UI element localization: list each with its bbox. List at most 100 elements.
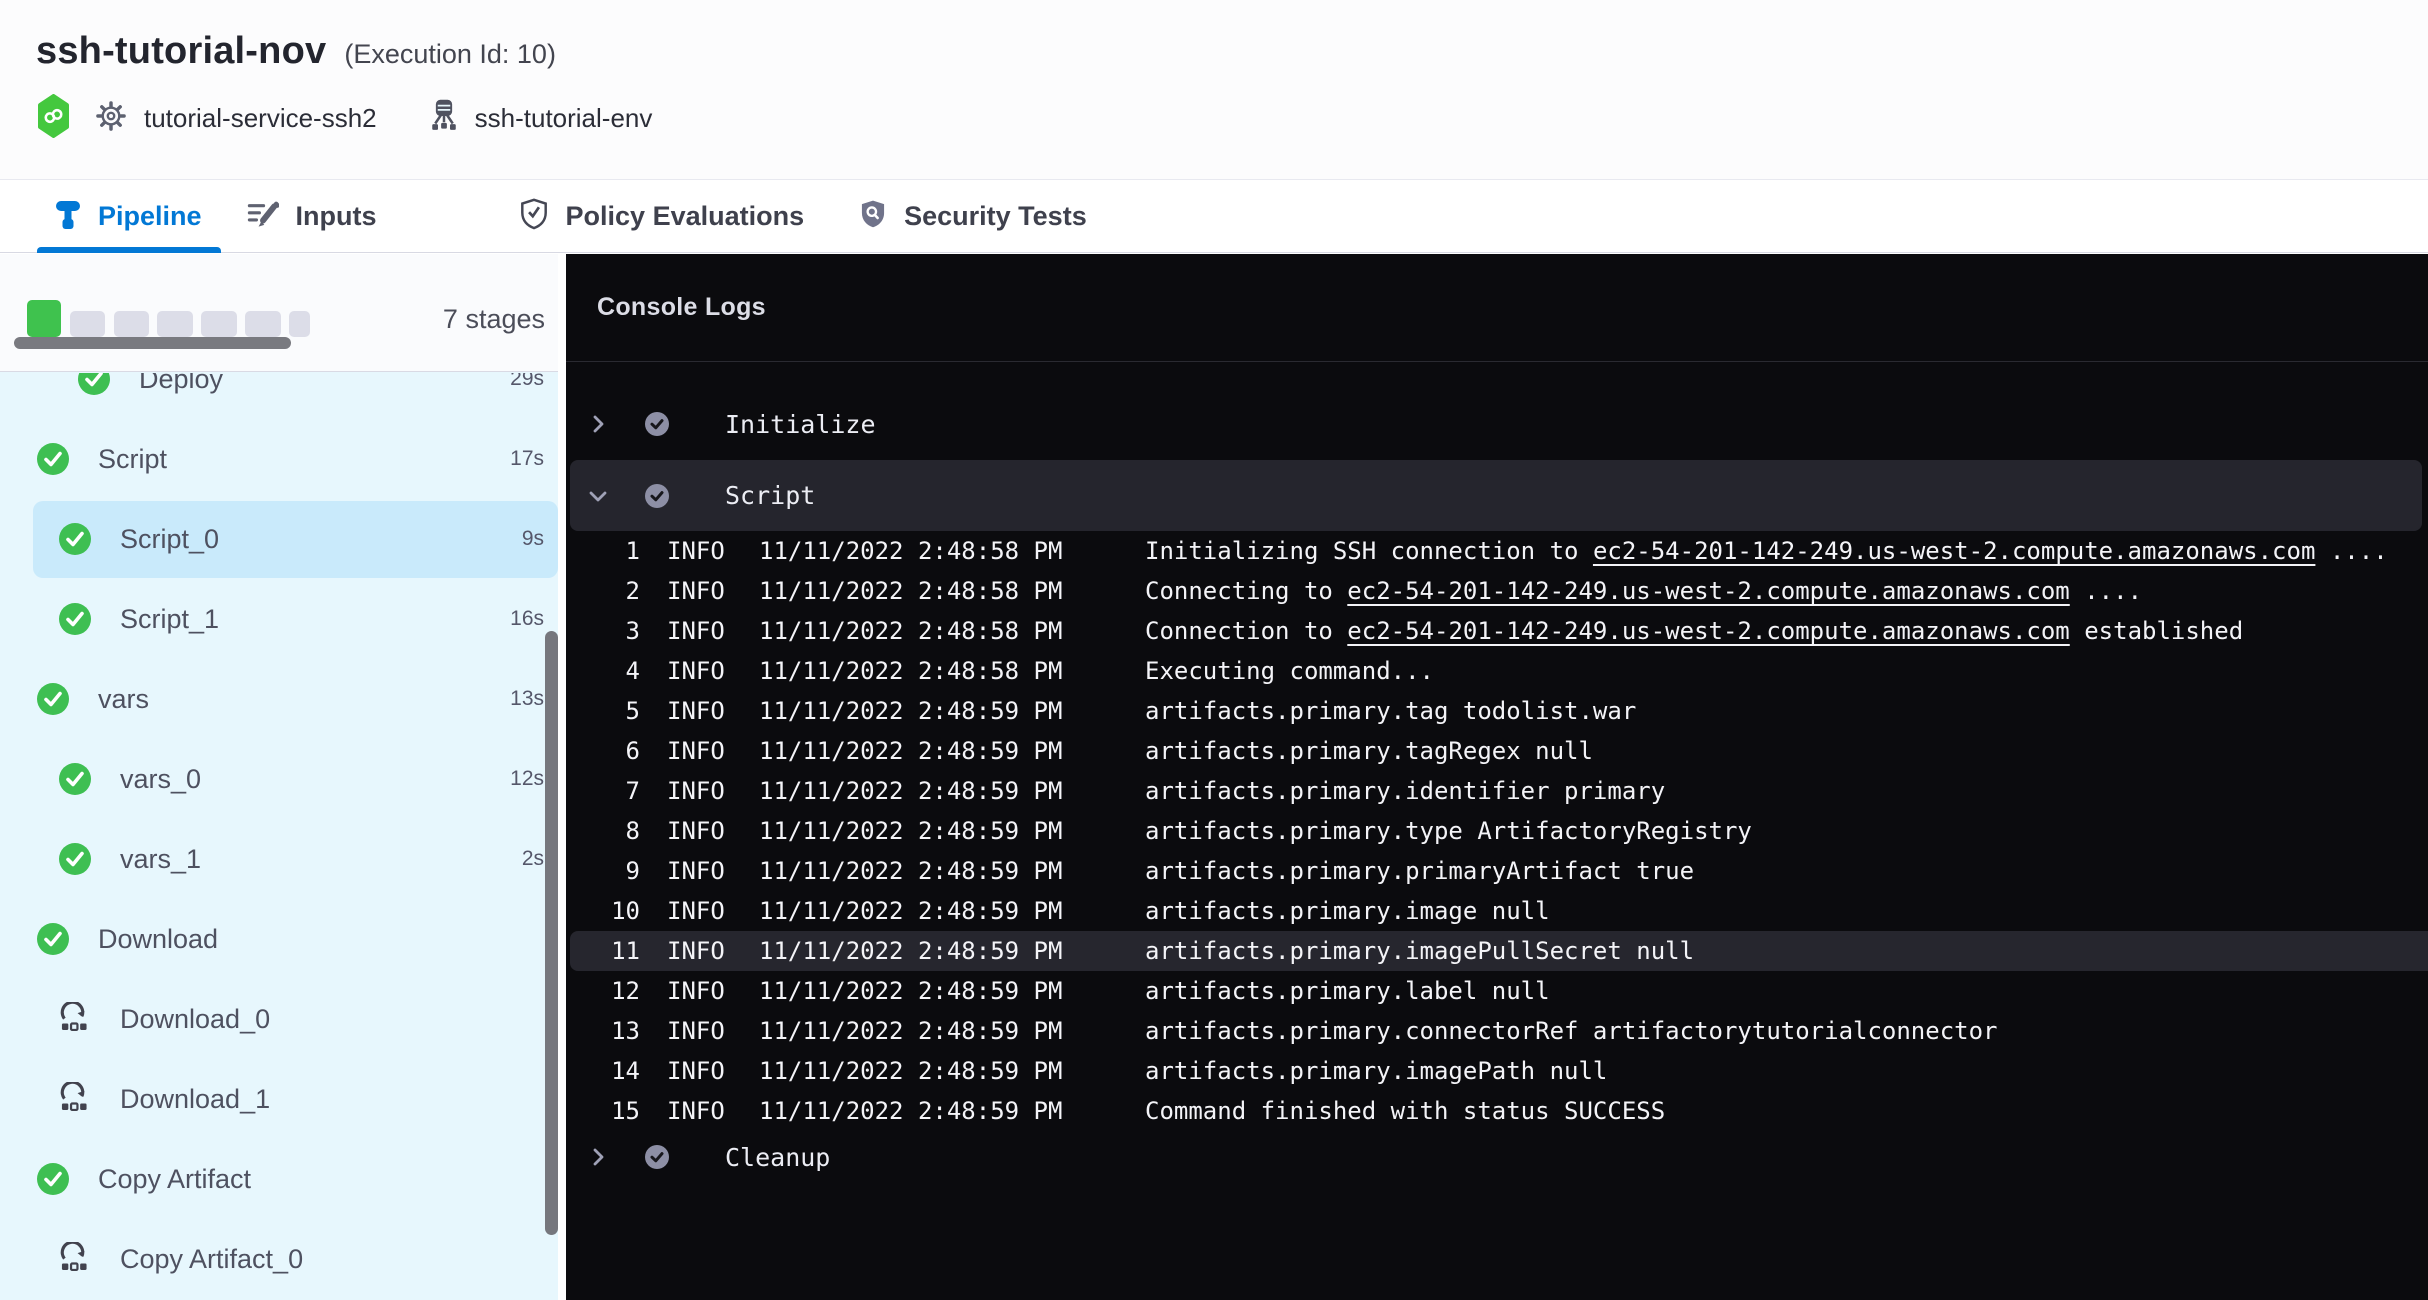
log-message: artifacts.primary.type ArtifactoryRegist… (1145, 817, 1752, 845)
stage-row-vars[interactable]: vars13s (0, 659, 558, 739)
log-level: INFO (667, 577, 725, 605)
log-line-number: 5 (587, 697, 640, 725)
log-timestamp: 11/11/2022 2:48:59 PM (759, 1097, 1065, 1125)
stage-progress-square (201, 311, 237, 337)
page-title: ssh-tutorial-nov (36, 30, 326, 73)
log-line-9[interactable]: 9INFO11/11/2022 2:48:59 PMartifacts.prim… (566, 851, 2428, 891)
chevron-right-icon[interactable] (585, 1144, 611, 1170)
stage-label: Script_0 (120, 524, 219, 555)
host-link[interactable]: ec2-54-201-142-249.us-west-2.compute.ama… (1347, 617, 2069, 645)
log-line-3[interactable]: 3INFO11/11/2022 2:48:58 PMConnection to … (566, 611, 2428, 651)
stage-row-deploy[interactable]: Deploy29s (0, 373, 558, 419)
log-level: INFO (667, 537, 725, 565)
stage-row-script[interactable]: Script17s (0, 419, 558, 499)
tab-inputs-label: Inputs (296, 201, 377, 232)
success-check-icon (58, 762, 92, 796)
stage-duration: 9s (522, 527, 558, 551)
log-line-number: 9 (587, 857, 640, 885)
log-line-7[interactable]: 7INFO11/11/2022 2:48:59 PMartifacts.prim… (566, 771, 2428, 811)
log-line-5[interactable]: 5INFO11/11/2022 2:48:59 PMartifacts.prim… (566, 691, 2428, 731)
stage-row-copy-artifact-0[interactable]: Copy Artifact_0 (0, 1219, 558, 1299)
log-line-6[interactable]: 6INFO11/11/2022 2:48:59 PMartifacts.prim… (566, 731, 2428, 771)
log-timestamp: 11/11/2022 2:48:59 PM (759, 1057, 1065, 1085)
stage-row-vars-0[interactable]: vars_012s (0, 739, 558, 819)
success-check-icon (36, 442, 70, 476)
log-line-number: 13 (587, 1017, 640, 1045)
chevron-right-icon[interactable] (585, 411, 611, 437)
log-timestamp: 11/11/2022 2:48:59 PM (759, 1017, 1065, 1045)
stage-label: vars (98, 684, 149, 715)
stage-row-download[interactable]: Download (0, 899, 558, 979)
host-link[interactable]: ec2-54-201-142-249.us-west-2.compute.ama… (1347, 577, 2069, 605)
execution-tabbar: Pipeline Inputs (0, 181, 2428, 253)
log-line-number: 8 (587, 817, 640, 845)
log-level: INFO (667, 897, 725, 925)
stage-label: vars_1 (120, 844, 201, 875)
log-timestamp: 11/11/2022 2:48:58 PM (759, 537, 1065, 565)
tab-policy-evaluations[interactable]: Policy Evaluations (519, 181, 805, 253)
log-line-number: 6 (587, 737, 640, 765)
loop-strategy-icon (58, 1082, 92, 1116)
log-section-cleanup[interactable]: Cleanup (566, 1131, 2428, 1183)
stage-row-download-0[interactable]: Download_0 (0, 979, 558, 1059)
tab-policy-evaluations-label: Policy Evaluations (566, 201, 805, 232)
log-section-initialize[interactable]: Initialize (566, 398, 2428, 450)
log-line-14[interactable]: 14INFO11/11/2022 2:48:59 PMartifacts.pri… (566, 1051, 2428, 1091)
log-level: INFO (667, 737, 725, 765)
stage-row-copy-artifact[interactable]: Copy Artifact (0, 1139, 558, 1219)
log-section-label: Cleanup (725, 1143, 830, 1172)
environment-icon (429, 99, 459, 138)
log-line-1[interactable]: 1INFO11/11/2022 2:48:58 PMInitializing S… (566, 531, 2428, 571)
tab-security-tests[interactable]: Security Tests (859, 181, 1087, 253)
stage-label: Download (98, 924, 218, 955)
log-message: Connecting to ec2-54-201-142-249.us-west… (1145, 577, 2142, 605)
stage-row-download-1[interactable]: Download_1 (0, 1059, 558, 1139)
progress-horizontal-scrollbar[interactable] (14, 337, 291, 349)
log-line-2[interactable]: 2INFO11/11/2022 2:48:58 PMConnecting to … (566, 571, 2428, 611)
tab-inputs[interactable]: Inputs (247, 181, 377, 253)
log-message: artifacts.primary.primaryArtifact true (1145, 857, 1694, 885)
step-success-icon (644, 1144, 670, 1170)
stage-row-script-1[interactable]: Script_116s (0, 579, 558, 659)
stage-progress-square (157, 311, 193, 337)
log-line-number: 4 (587, 657, 640, 685)
sidebar-vertical-scrollbar[interactable] (545, 631, 558, 1235)
log-line-11[interactable]: 11INFO11/11/2022 2:48:59 PMartifacts.pri… (570, 931, 2428, 971)
log-section-label: Initialize (725, 410, 876, 439)
success-check-icon (58, 522, 92, 556)
security-shield-icon (859, 198, 887, 235)
environment-name[interactable]: ssh-tutorial-env (475, 103, 653, 134)
log-message: Initializing SSH connection to ec2-54-20… (1145, 537, 2388, 565)
stage-row-vars-1[interactable]: vars_12s (0, 819, 558, 899)
log-timestamp: 11/11/2022 2:48:59 PM (759, 777, 1065, 805)
log-line-12[interactable]: 12INFO11/11/2022 2:48:59 PMartifacts.pri… (566, 971, 2428, 1011)
log-line-15[interactable]: 15INFO11/11/2022 2:48:59 PMCommand finis… (566, 1091, 2428, 1131)
log-timestamp: 11/11/2022 2:48:59 PM (759, 897, 1065, 925)
service-name[interactable]: tutorial-service-ssh2 (144, 103, 377, 134)
stage-count-label: 7 stages (443, 304, 545, 335)
log-line-4[interactable]: 4INFO11/11/2022 2:48:58 PMExecuting comm… (566, 651, 2428, 691)
log-line-13[interactable]: 13INFO11/11/2022 2:48:59 PMartifacts.pri… (566, 1011, 2428, 1051)
log-section-script[interactable]: Script (570, 460, 2422, 531)
log-timestamp: 11/11/2022 2:48:59 PM (759, 937, 1065, 965)
execution-header: ssh-tutorial-nov (Execution Id: 10) (0, 0, 2428, 180)
log-line-8[interactable]: 8INFO11/11/2022 2:48:59 PMartifacts.prim… (566, 811, 2428, 851)
console-logs-panel: Console Logs Initialize Script 1INFO11/1… (566, 254, 2428, 1300)
tab-pipeline[interactable]: Pipeline (55, 181, 202, 253)
stage-label: Copy Artifact (98, 1164, 251, 1195)
policy-shield-icon (519, 198, 549, 235)
stage-duration: 16s (510, 607, 558, 631)
stage-row-script-0[interactable]: Script_0 9s (0, 499, 558, 579)
chevron-down-icon[interactable] (585, 483, 611, 509)
tab-pipeline-label: Pipeline (98, 201, 202, 232)
log-line-number: 2 (587, 577, 640, 605)
log-message: artifacts.primary.imagePath null (1145, 1057, 1607, 1085)
success-check-icon (36, 922, 70, 956)
log-section-label: Script (725, 481, 815, 510)
log-line-10[interactable]: 10INFO11/11/2022 2:48:59 PMartifacts.pri… (566, 891, 2428, 931)
loop-strategy-icon (58, 1002, 92, 1036)
log-level: INFO (667, 1097, 725, 1125)
log-level: INFO (667, 697, 725, 725)
log-level: INFO (667, 1017, 725, 1045)
host-link[interactable]: ec2-54-201-142-249.us-west-2.compute.ama… (1593, 537, 2315, 565)
